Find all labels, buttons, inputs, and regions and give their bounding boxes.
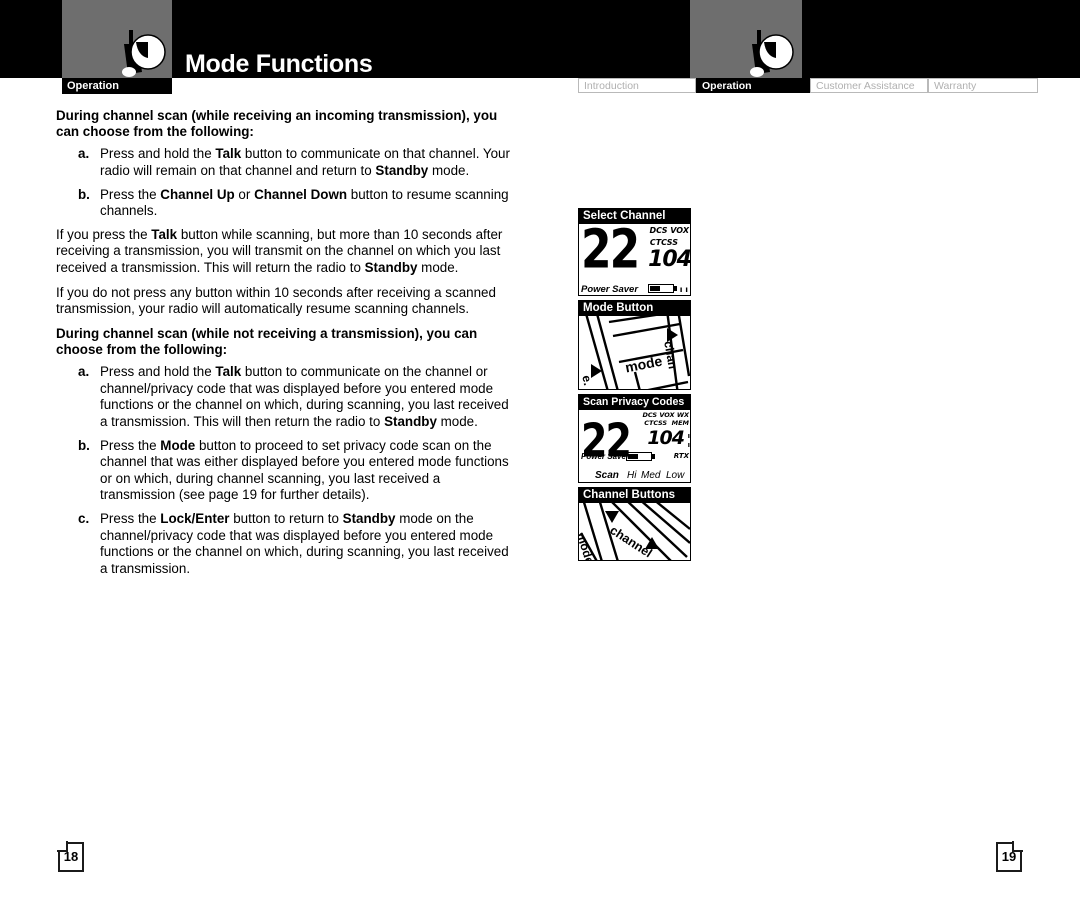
left-header-operation-tab[interactable]: Operation xyxy=(62,78,172,94)
tab-operation[interactable]: Operation xyxy=(696,78,810,93)
tab-label: Customer Assistance xyxy=(816,80,915,92)
list-item: b. Press the Mode button to proceed to se… xyxy=(56,438,512,504)
figure-caption: Scan Privacy Codes xyxy=(579,395,690,410)
lcd-hi-label: Hi xyxy=(627,470,637,481)
list-marker: a. xyxy=(78,146,90,162)
list-item: a. Press and hold the Talk button to comm… xyxy=(56,146,512,179)
tab-customer-assistance[interactable]: Customer Assistance xyxy=(810,78,928,93)
lcd-privacy-code: 104 xyxy=(647,427,685,449)
left-column-body: During channel scan (while receiving an … xyxy=(56,108,512,584)
list-text: Press and hold the Talk button to commun… xyxy=(100,146,510,178)
list-text: Press and hold the Talk button to commun… xyxy=(100,364,509,429)
lcd-power-saver-label: Power Saver xyxy=(581,284,639,295)
tab-introduction[interactable]: Introduction xyxy=(578,78,696,93)
lcd-bar-indicator: ı ı xyxy=(679,285,688,294)
tab-warranty[interactable]: Warranty xyxy=(928,78,1038,93)
walkie-talkie-icon xyxy=(122,30,166,77)
right-header-bar xyxy=(540,0,1080,78)
figure-caption: Mode Button xyxy=(579,301,690,316)
section-tab-bar: Introduction Operation Customer Assistance… xyxy=(578,78,1038,93)
figure-lcd-scan: 22 DCS VOX WX CTCSS MEM 104 ıı Power Sav… xyxy=(579,410,690,482)
lcd-label-rtx: RTX xyxy=(673,452,689,460)
lcd-battery-icon xyxy=(626,452,652,461)
page-number-label: 18 xyxy=(63,849,79,864)
list-text: Press the Lock/Enter button to return to… xyxy=(100,510,509,576)
body-paragraph: If you do not press any button within 10… xyxy=(56,284,496,317)
list-item: a. Press and hold the Talk button to comm… xyxy=(56,364,512,430)
list-marker: b. xyxy=(78,437,90,453)
figure-caption: Channel Buttons xyxy=(579,488,690,503)
figure-keypad-channel: channel mode xyxy=(579,503,690,560)
lcd-med-label: Med xyxy=(641,470,661,481)
figure-lcd-select-channel: 22 DCS VOX CTCSS 104 Power Saver ı ı xyxy=(579,224,690,295)
page-title: Mode Functions xyxy=(185,50,373,78)
lcd-power-saver-label: Power Saver xyxy=(581,452,630,461)
lcd-low-label: Low xyxy=(666,470,685,481)
figure-keypad-mode: mode chan e. xyxy=(579,316,690,389)
lcd-scan-label: Scan xyxy=(595,470,619,481)
page-number-18: 18 xyxy=(57,841,84,872)
lcd-label-dcs-vox: DCS VOX xyxy=(649,226,689,235)
subsection-heading: During channel scan (while not receiving… xyxy=(56,325,478,357)
lcd-privacy-code: 104 xyxy=(648,247,690,272)
list-item: c. Press the Lock/Enter button to return … xyxy=(56,511,512,577)
list-text: Press the Channel Up or Channel Down but… xyxy=(100,186,509,219)
list-marker: b. xyxy=(78,186,90,202)
lcd-battery-cap xyxy=(674,286,677,291)
list-text: Press the Mode button to proceed to set … xyxy=(100,437,509,503)
lcd-battery-cap xyxy=(652,454,655,459)
lcd-right-bars: ıı xyxy=(687,432,690,449)
left-page: Mode Functions Operation During channel … xyxy=(0,0,540,920)
lcd-channel-number: 22 xyxy=(581,224,640,281)
figure-channel-buttons: Channel Buttons channel mode xyxy=(578,487,691,561)
subsection-heading: During channel scan (while receiving an … xyxy=(56,108,498,140)
tab-label: Operation xyxy=(702,80,752,92)
walkie-talkie-icon xyxy=(750,30,794,77)
figure-mode-button: Mode Button mode chan e. xyxy=(578,300,691,390)
list-marker: a. xyxy=(78,364,90,380)
tab-label: Warranty xyxy=(934,80,977,92)
list-item: b. Press the Channel Up or Channel Down b… xyxy=(56,187,512,220)
channel-down-triangle xyxy=(605,511,619,523)
figure-scan-privacy-codes: Scan Privacy Codes 22 DCS VOX WX CTCSS M… xyxy=(578,394,691,483)
body-paragraph: If you press the Talk button while scann… xyxy=(56,226,503,275)
tab-label: Introduction xyxy=(584,80,639,92)
figure-caption: Select Channel xyxy=(579,209,690,224)
lcd-battery-icon xyxy=(648,284,674,293)
left-header-bar: Mode Functions xyxy=(0,0,540,78)
figure-select-channel: Select Channel 22 DCS VOX CTCSS 104 Powe… xyxy=(578,208,691,296)
figure-column: Select Channel 22 DCS VOX CTCSS 104 Powe… xyxy=(578,208,691,565)
list-marker: c. xyxy=(78,510,90,526)
left-blocks: During channel scan (while receiving an … xyxy=(56,108,512,577)
lcd-label-ctcss: CTCSS xyxy=(649,238,678,247)
